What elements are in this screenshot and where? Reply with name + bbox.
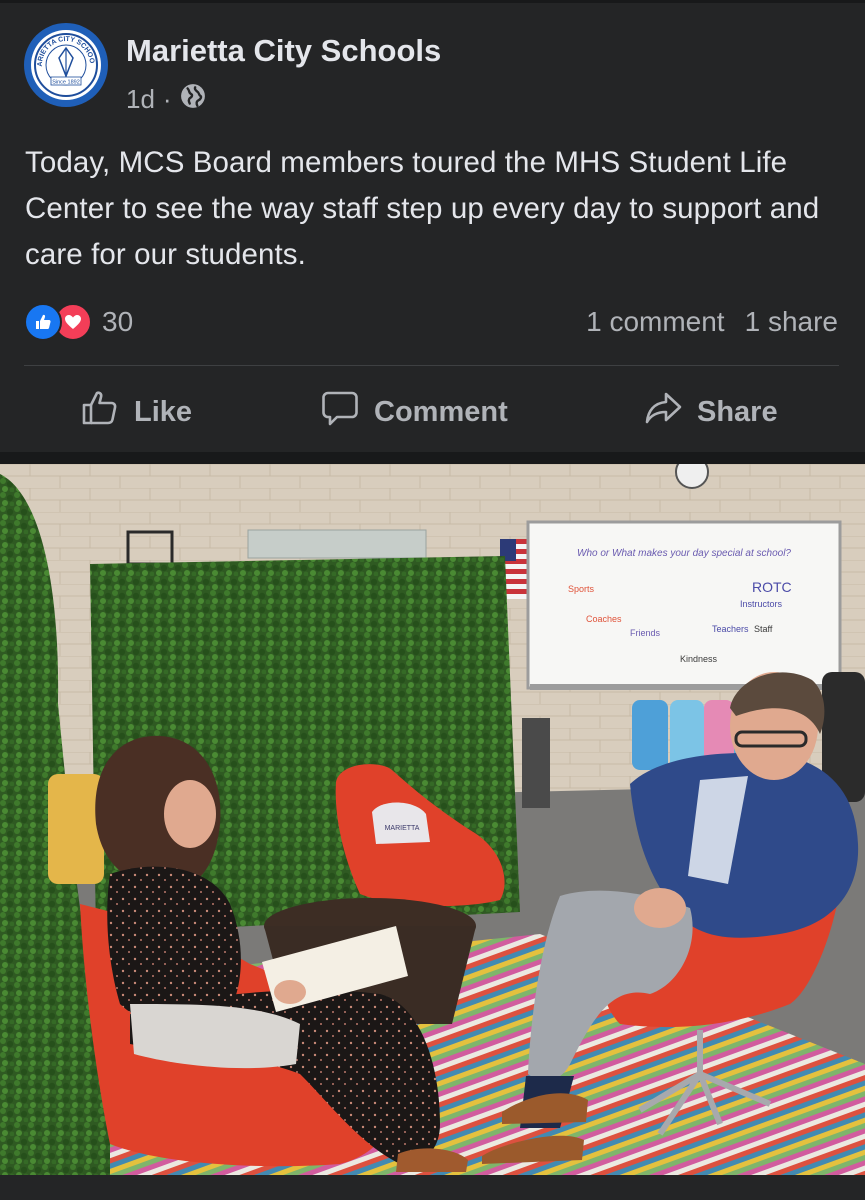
- like-button[interactable]: Like: [80, 388, 192, 436]
- svg-text:Who or What makes your day spe: Who or What makes your day special at sc…: [577, 548, 791, 559]
- globe-icon[interactable]: [180, 83, 206, 116]
- post-text: Today, MCS Board members toured the MHS …: [25, 146, 820, 271]
- post-card: MARIETTA CITY SCHOOLS Since 1892 Mariett…: [0, 3, 865, 460]
- svg-text:Kindness: Kindness: [680, 654, 718, 664]
- svg-text:Coaches: Coaches: [586, 614, 622, 624]
- comment-button[interactable]: Comment: [320, 388, 508, 436]
- svg-text:Since 1892: Since 1892: [52, 80, 80, 86]
- reaction-count: 30: [102, 306, 134, 337]
- svg-text:Staff: Staff: [754, 624, 773, 634]
- page-avatar[interactable]: MARIETTA CITY SCHOOLS Since 1892: [24, 23, 108, 107]
- post-time[interactable]: 1d: [126, 84, 155, 115]
- thumbs-up-icon: [80, 388, 120, 436]
- post-photo[interactable]: Who or What makes your day special at sc…: [0, 464, 865, 1175]
- action-divider: [24, 365, 839, 366]
- meta-dot: ·: [162, 84, 172, 114]
- section-separator: [0, 452, 865, 464]
- svg-text:Friends: Friends: [630, 628, 661, 638]
- svg-text:MARIETTA: MARIETTA: [385, 825, 420, 832]
- bottom-strip: [0, 1175, 865, 1200]
- school-seal-logo: MARIETTA CITY SCHOOLS Since 1892: [31, 30, 101, 100]
- post-meta: 1d ·: [126, 83, 206, 116]
- share-button[interactable]: Share: [643, 388, 778, 436]
- svg-text:Teachers: Teachers: [712, 624, 749, 634]
- seal-graphic: MARIETTA CITY SCHOOLS Since 1892: [33, 32, 98, 97]
- engagement-stats: 1 comment 1 share: [586, 306, 838, 338]
- action-bar: Like Comment Share: [0, 388, 865, 438]
- share-arrow-icon: [643, 388, 683, 436]
- svg-text:Instructors: Instructors: [740, 599, 783, 609]
- reaction-summary[interactable]: 30: [24, 303, 133, 341]
- page-name[interactable]: Marietta City Schools: [126, 33, 441, 69]
- share-label: Share: [697, 395, 778, 428]
- photo-illustration: Who or What makes your day special at sc…: [0, 464, 865, 1175]
- svg-text:Sports: Sports: [568, 584, 595, 594]
- like-icon: [24, 303, 62, 341]
- like-label: Like: [134, 395, 193, 428]
- comment-label: Comment: [374, 395, 508, 428]
- svg-text:ROTC: ROTC: [752, 579, 792, 595]
- comment-count[interactable]: 1 comment: [586, 306, 725, 338]
- share-count[interactable]: 1 share: [745, 306, 838, 338]
- comment-bubble-icon: [320, 388, 360, 436]
